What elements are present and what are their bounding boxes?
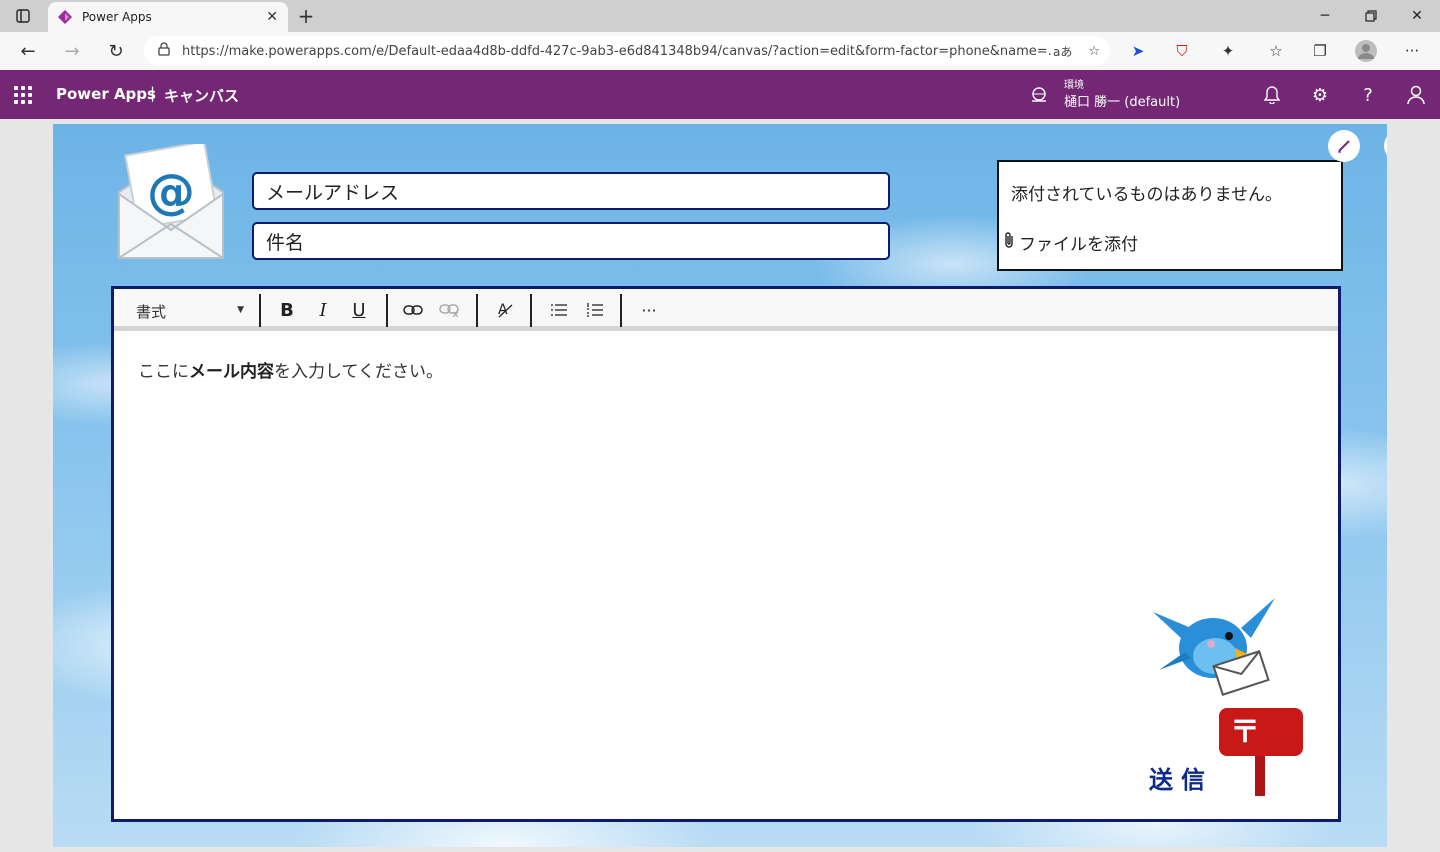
- editor-toolbar: 書式 ▼ B I U A ···: [114, 289, 1338, 331]
- chevron-down-icon: ▼: [237, 305, 244, 315]
- address-bar[interactable]: https://make.powerapps.com/e/Default-eda…: [144, 36, 1110, 66]
- app-name[interactable]: Power Apps: [56, 85, 156, 103]
- forward-icon[interactable]: →: [58, 37, 86, 65]
- power-apps-header: Power Apps | キャンバス 環境 樋口 勝一 (default) ⚙ …: [0, 70, 1440, 119]
- window-close-icon[interactable]: ✕: [1394, 0, 1440, 32]
- app-launcher-icon[interactable]: [14, 86, 32, 104]
- extension-arrow-icon[interactable]: ➤: [1124, 37, 1152, 65]
- url-text: https://make.powerapps.com/e/Default-eda…: [182, 43, 1053, 59]
- toolbar-divider: [386, 294, 388, 327]
- clear-formatting-icon[interactable]: A: [492, 297, 518, 323]
- environment-name[interactable]: 樋口 勝一 (default): [1064, 91, 1180, 110]
- help-icon[interactable]: ?: [1356, 83, 1380, 107]
- tab-title: Power Apps: [82, 10, 152, 24]
- header-separator: |: [150, 84, 156, 102]
- extensions-icon[interactable]: ✦: [1214, 37, 1242, 65]
- format-dropdown[interactable]: 書式 ▼: [136, 301, 244, 322]
- numbered-list-icon[interactable]: [582, 297, 608, 323]
- bold-icon[interactable]: B: [274, 297, 300, 323]
- attach-file-label: ファイルを添付: [1019, 235, 1138, 255]
- close-form-button[interactable]: ✕: [1384, 130, 1387, 162]
- no-attachments-text: 添付されているものはありません。: [1011, 185, 1282, 205]
- profile-avatar-icon[interactable]: [1352, 37, 1380, 65]
- postbox-icon[interactable]: 〒: [1217, 706, 1305, 798]
- bird-with-letter-icon[interactable]: [1151, 598, 1281, 698]
- toolbar-divider: [476, 294, 478, 327]
- environment-label: 環境: [1064, 80, 1084, 91]
- subject-input[interactable]: 件名: [252, 222, 890, 260]
- collections-icon[interactable]: ❐: [1306, 37, 1334, 65]
- body-suffix-text: を入力してください。: [274, 362, 443, 382]
- format-label: 書式: [136, 303, 167, 321]
- favorites-icon[interactable]: ☆: [1262, 37, 1290, 65]
- browser-tab-strip: Power Apps ✕ + ─ ✕: [0, 0, 1440, 32]
- tab-actions-icon[interactable]: [0, 0, 46, 32]
- account-icon[interactable]: [1404, 83, 1428, 107]
- browser-tab-power-apps[interactable]: Power Apps ✕: [48, 2, 288, 32]
- unlink-icon[interactable]: [436, 297, 462, 323]
- attachments-control: 添付されているものはありません。 ファイルを添付: [997, 160, 1343, 271]
- add-favorite-icon[interactable]: ☆: [1088, 44, 1100, 59]
- minimize-icon[interactable]: ─: [1302, 0, 1348, 32]
- svg-text:@: @: [147, 164, 195, 220]
- rich-text-editor[interactable]: 書式 ▼ B I U A ··· ここにメール内容を入力してください。: [111, 286, 1341, 822]
- toolbar-divider: [259, 294, 261, 327]
- restore-icon[interactable]: [1348, 0, 1394, 32]
- email-at-icon: @: [118, 144, 224, 259]
- refresh-icon[interactable]: ↻: [102, 37, 130, 65]
- power-apps-favicon-icon: [58, 10, 72, 24]
- section-title: キャンバス: [164, 87, 240, 105]
- edit-pencil-button[interactable]: [1328, 130, 1360, 162]
- read-aloud-icon[interactable]: aあ: [1053, 43, 1072, 60]
- browser-toolbar: ← → ↻ https://make.powerapps.com/e/Defau…: [0, 32, 1440, 70]
- environment-icon[interactable]: [1030, 86, 1048, 104]
- shield-extension-icon[interactable]: ⛉: [1168, 37, 1196, 65]
- settings-more-icon[interactable]: ···: [1398, 37, 1426, 65]
- settings-icon[interactable]: ⚙: [1308, 83, 1332, 107]
- email-address-input[interactable]: メールアドレス: [252, 172, 890, 210]
- underline-icon[interactable]: U: [346, 297, 372, 323]
- link-icon[interactable]: [400, 297, 426, 323]
- back-icon[interactable]: ←: [14, 37, 42, 65]
- editor-content[interactable]: ここにメール内容を入力してください。: [138, 357, 443, 382]
- more-options-icon[interactable]: ···: [636, 297, 662, 323]
- app-canvas: @ メールアドレス 件名 添付されているものはありません。 ファイルを添付 ✕ …: [53, 124, 1387, 847]
- body-bold-text: メール内容: [189, 362, 274, 382]
- paperclip-icon: [1003, 231, 1015, 254]
- body-prefix-text: ここに: [138, 362, 189, 382]
- notifications-icon[interactable]: [1260, 83, 1284, 107]
- bulleted-list-icon[interactable]: [546, 297, 572, 323]
- svg-text:〒: 〒: [1230, 715, 1260, 750]
- italic-icon[interactable]: I: [310, 297, 336, 323]
- attach-file-link[interactable]: ファイルを添付: [1003, 230, 1138, 255]
- lock-icon: [158, 42, 170, 60]
- toolbar-divider: [620, 294, 622, 327]
- send-button-label[interactable]: 送信: [1149, 760, 1213, 795]
- toolbar-divider: [530, 294, 532, 327]
- new-tab-icon[interactable]: +: [294, 4, 318, 28]
- tab-close-icon[interactable]: ✕: [266, 9, 278, 25]
